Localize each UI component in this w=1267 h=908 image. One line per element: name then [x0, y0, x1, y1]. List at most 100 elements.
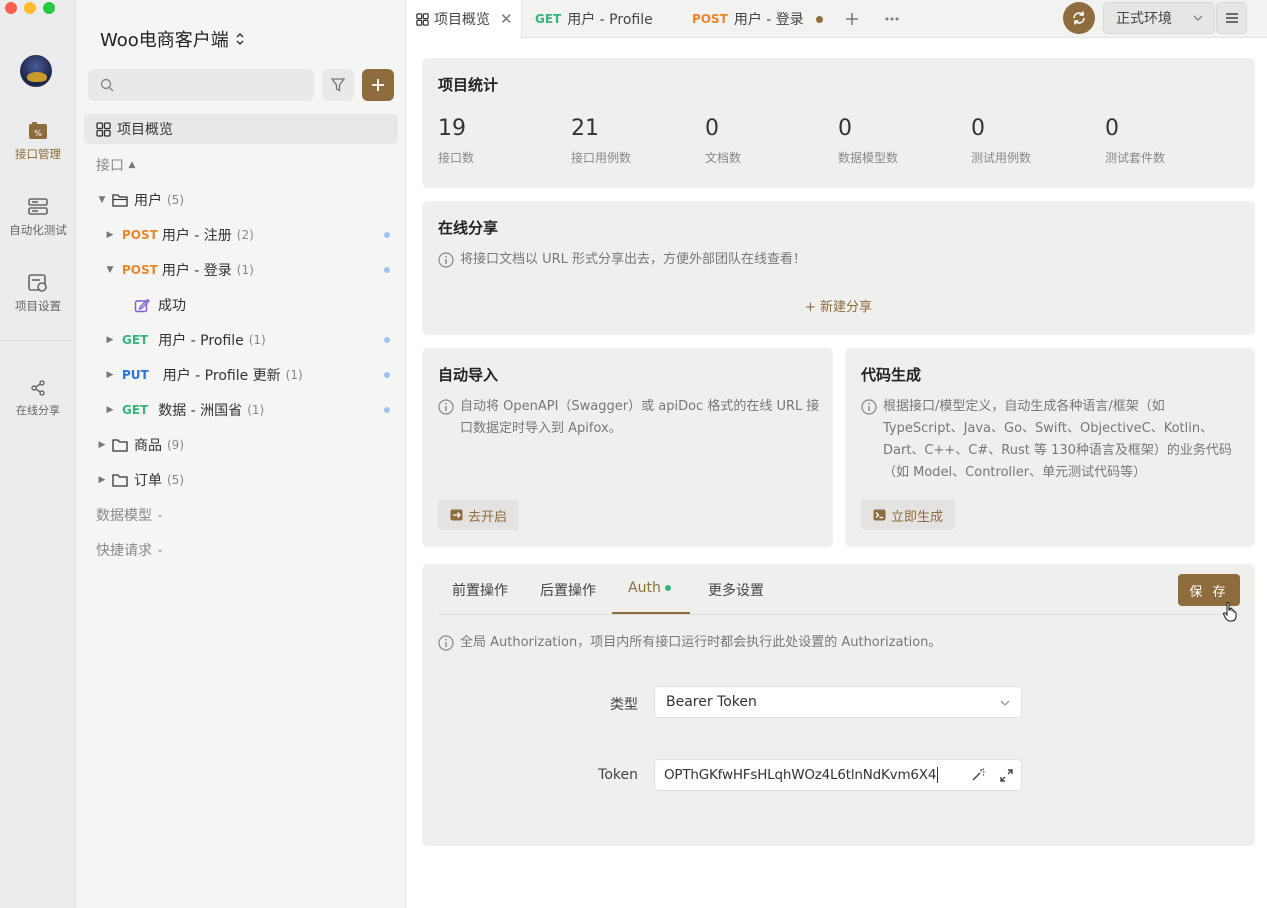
- maximize-window-button[interactable]: [43, 2, 55, 14]
- unsaved-dot: [815, 15, 823, 23]
- sync-button[interactable]: [1063, 2, 1095, 34]
- tab-get-profile[interactable]: GET 用户 - Profile: [535, 0, 685, 38]
- rail-item-auto-test[interactable]: 自动化测试: [0, 198, 76, 238]
- stats-card: 项目统计 19 接口数 21 接口用例数 0 文档数 0 数据模型数 0 测试用例数 0测…: [422, 58, 1255, 188]
- info-icon: [438, 635, 454, 651]
- rail-divider: [0, 340, 76, 341]
- tab-post-operations[interactable]: 后置操作: [540, 580, 596, 600]
- grid-icon: [96, 121, 111, 137]
- status-dot: [664, 585, 671, 591]
- info-icon: [861, 399, 877, 415]
- settings-box-icon: [28, 274, 47, 292]
- tree-folder-goods[interactable]: ▶ 商品 (9): [76, 430, 406, 460]
- folder-icon: [112, 474, 128, 487]
- tab-overview[interactable]: 项目概览 ✕: [406, 0, 522, 38]
- codegen-card: 代码生成 根据接口/模型定义，自动生成各种语言/框架（如 TypeScript、…: [845, 348, 1255, 547]
- tree-api-profile-update[interactable]: ▶ PUT 用户 - Profile 更新 (1): [76, 360, 406, 390]
- tab-auth[interactable]: Auth: [628, 580, 671, 596]
- settings-panel: 前置操作 后置操作 Auth 更多设置 保 存 全局 Authorization…: [422, 564, 1255, 846]
- close-window-button[interactable]: [5, 2, 17, 14]
- new-tab-button[interactable]: [839, 6, 865, 32]
- tree-folder-orders[interactable]: ▶ 订单 (5): [76, 465, 406, 495]
- filter-button[interactable]: [322, 69, 354, 101]
- refresh-icon: [1073, 11, 1085, 25]
- chevron-down-icon: ⌄: [156, 545, 164, 555]
- new-share-link[interactable]: + 新建分享: [422, 296, 1255, 315]
- section-api[interactable]: 接口 ▲: [76, 150, 406, 180]
- auto-import-card: 自动导入 自动将 OpenAPI（Swagger）或 apiDoc 格式的在线 …: [422, 348, 833, 547]
- folder-icon: [112, 439, 128, 452]
- rail-item-api-management[interactable]: % 接口管理: [0, 122, 76, 162]
- codegen-desc: 根据接口/模型定义，自动生成各种语言/框架（如 TypeScript、Java、…: [861, 396, 1241, 484]
- avatar[interactable]: [20, 55, 52, 87]
- status-dot: [384, 372, 390, 378]
- stat-test-suites: 0 测试套件数: [1105, 116, 1166, 165]
- stat-models: 0 数据模型数: [838, 116, 899, 165]
- chevron-up-icon: ▲: [128, 160, 136, 170]
- app-rail: % 接口管理 自动化测试 项目设置 在线分享: [0, 0, 76, 908]
- server-icon: [28, 198, 48, 215]
- tree-item-overview[interactable]: 项目概览: [84, 114, 398, 144]
- generate-code-button[interactable]: 立即生成: [861, 500, 956, 530]
- more-tabs-button[interactable]: [879, 6, 905, 32]
- add-button[interactable]: [362, 69, 394, 101]
- section-data-models[interactable]: 数据模型 ⌄: [76, 500, 406, 530]
- caret-right-icon: ▶: [106, 405, 114, 415]
- auth-info: 全局 Authorization，项目内所有接口运行时都会执行此处设置的 Aut…: [438, 632, 941, 654]
- caret-right-icon: ▶: [98, 440, 106, 450]
- magic-wand-icon[interactable]: [971, 768, 985, 782]
- status-dot: [384, 267, 390, 273]
- rail-item-online-share[interactable]: 在线分享: [0, 380, 76, 418]
- project-switcher[interactable]: Woo电商客户端: [100, 26, 245, 52]
- stat-docs: 0 文档数: [705, 116, 742, 165]
- hamburger-icon: [1225, 13, 1238, 23]
- svg-text:%: %: [34, 129, 42, 138]
- tab-bar: 项目概览 ✕ GET 用户 - Profile POST 用户 - 登录 正式环…: [406, 0, 1267, 38]
- menu-button[interactable]: [1216, 2, 1247, 34]
- tree-api-regions[interactable]: ▶ GET 数据 - 洲国省 (1): [76, 395, 406, 425]
- tree-folder-user[interactable]: ▼ 用户 (5): [76, 185, 406, 215]
- chevron-down-icon: [1000, 700, 1010, 706]
- caret-right-icon: ▶: [106, 370, 114, 380]
- enable-import-button[interactable]: 去开启: [438, 500, 520, 530]
- tab-more-settings[interactable]: 更多设置: [708, 580, 764, 600]
- caret-down-icon: ▼: [106, 265, 114, 275]
- plus-icon: [372, 79, 384, 91]
- token-input[interactable]: OPThGKfwHFsHLqhWOz4L6tlnNdKvm6X4: [654, 759, 1022, 791]
- api-folder-icon: %: [29, 122, 47, 139]
- close-tab-icon[interactable]: ✕: [500, 10, 513, 28]
- caret-right-icon: ▶: [98, 475, 106, 485]
- import-icon: [450, 509, 463, 521]
- status-dot: [384, 337, 390, 343]
- test-case-icon: [134, 298, 150, 313]
- tab-post-login[interactable]: POST 用户 - 登录: [692, 0, 842, 38]
- search-icon: [100, 78, 114, 92]
- updown-chevron-icon: [236, 32, 244, 46]
- tree-case-success[interactable]: 成功: [76, 290, 406, 320]
- share-icon: [31, 380, 45, 396]
- environment-select[interactable]: 正式环境: [1103, 2, 1215, 34]
- hand-cursor-icon: [1222, 602, 1237, 622]
- active-tab-indicator: [612, 612, 690, 614]
- tab-pre-operations[interactable]: 前置操作: [452, 580, 508, 600]
- info-icon: [438, 252, 454, 268]
- status-dot: [384, 407, 390, 413]
- token-label: Token: [598, 767, 638, 783]
- caret-right-icon: ▶: [106, 335, 114, 345]
- auth-type-select[interactable]: Bearer Token: [654, 686, 1022, 718]
- search-input[interactable]: [122, 69, 307, 101]
- share-desc: 将接口文档以 URL 形式分享出去，方便外部团队在线查看！: [438, 249, 806, 271]
- section-quick-requests[interactable]: 快捷请求 ⌄: [76, 535, 406, 565]
- share-title: 在线分享: [438, 219, 499, 237]
- terminal-icon: [873, 509, 886, 521]
- rail-item-project-settings[interactable]: 项目设置: [0, 274, 76, 314]
- expand-icon[interactable]: [1000, 769, 1013, 782]
- status-dot: [384, 232, 390, 238]
- tree-api-profile[interactable]: ▶ GET 用户 - Profile (1): [76, 325, 406, 355]
- project-title: Woo电商客户端: [100, 30, 229, 51]
- minimize-window-button[interactable]: [24, 2, 36, 14]
- tree-api-login[interactable]: ▼ POST 用户 - 登录 (1): [76, 255, 406, 285]
- window-controls: [5, 2, 55, 14]
- main-content: 项目统计 19 接口数 21 接口用例数 0 文档数 0 数据模型数 0 测试用例数 0测…: [406, 38, 1267, 908]
- tree-api-register[interactable]: ▶ POST 用户 - 注册 (2): [76, 220, 406, 250]
